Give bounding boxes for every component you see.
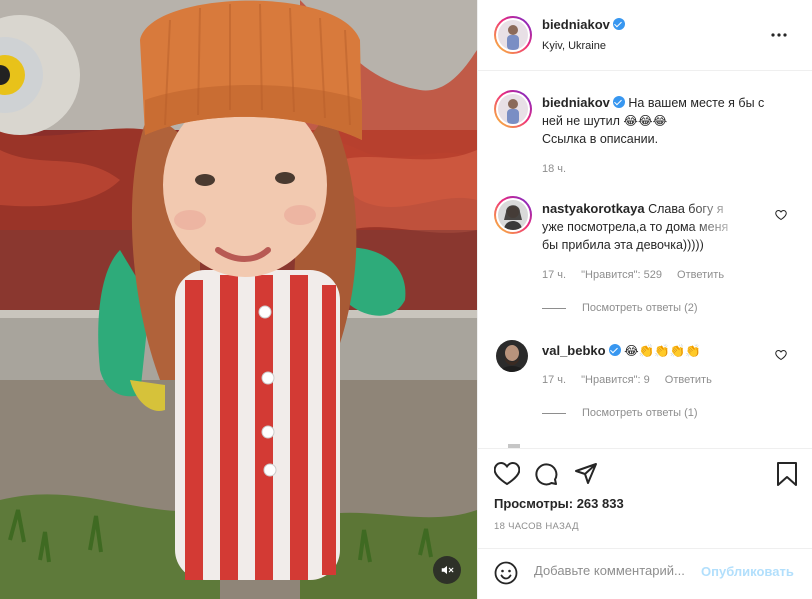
verified-badge-icon	[612, 96, 625, 108]
post-header: biedniakov Kyiv, Ukraine	[478, 0, 812, 71]
post-actions: Просмотры: 263 833 18 ЧАСОВ НАЗАД	[478, 448, 812, 548]
avatar-icon	[498, 200, 528, 230]
verified-badge-icon	[612, 18, 625, 30]
comment-button[interactable]	[534, 462, 558, 489]
caption-line-1: На вашем месте я бы с	[628, 96, 765, 110]
comment-line-1: Слава богу я	[648, 202, 724, 216]
more-icon	[771, 33, 787, 37]
more-options-button[interactable]	[771, 26, 787, 40]
comment-like-button[interactable]	[775, 349, 787, 364]
comments-list[interactable]: biedniakov На вашем месте я бы с ней не …	[478, 72, 812, 448]
instagram-post: biedniakov Kyiv, Ukraine biedniakov На в…	[0, 0, 812, 599]
comment-line-1: 😂👏👏👏👏	[624, 344, 701, 358]
post-location[interactable]: Kyiv, Ukraine	[542, 40, 606, 52]
share-icon	[575, 463, 597, 484]
comment-likes-count[interactable]: "Нравится": 9	[581, 374, 650, 386]
comment-input[interactable]	[534, 563, 694, 578]
avatar-icon	[498, 20, 528, 50]
avatar-icon	[496, 340, 528, 372]
save-button[interactable]	[776, 462, 798, 489]
comment-username[interactable]: nastyakorotkaya	[542, 201, 645, 216]
caption-line-3: Ссылка в описании.	[542, 132, 659, 146]
caption-time: 18 ч.	[542, 163, 567, 175]
author-name-row: biedniakov	[542, 17, 625, 32]
post-video[interactable]	[0, 0, 477, 599]
video-frame	[0, 0, 477, 599]
emoji-button[interactable]	[494, 561, 518, 588]
comment-reply-button[interactable]: Ответить	[677, 269, 724, 281]
caption-line-2: ней не шутил 😂😂😂	[542, 114, 668, 128]
views-count[interactable]: Просмотры: 263 833	[494, 496, 624, 511]
heart-icon	[775, 349, 787, 361]
author-avatar[interactable]	[494, 16, 532, 54]
comment-text: val_bebko 😂👏👏👏👏	[542, 342, 772, 360]
comment-reply-button[interactable]: Ответить	[665, 374, 712, 386]
share-button[interactable]	[574, 462, 598, 489]
caption-text: biedniakov На вашем месте я бы с ней не …	[542, 94, 802, 148]
comment-meta: 17 ч. "Нравится": 529 Ответить	[542, 269, 736, 281]
view-replies-button[interactable]: Посмотреть ответы (2)	[542, 302, 698, 314]
like-button[interactable]	[493, 461, 521, 489]
comment-time: 17 ч.	[542, 374, 567, 386]
heart-icon	[775, 209, 787, 221]
emoji-icon	[494, 561, 518, 585]
author-username[interactable]: biedniakov	[542, 17, 610, 32]
avatar-icon	[498, 94, 528, 124]
comment-username[interactable]: val_bebko	[542, 343, 606, 358]
comment-line-3: бы прибила эта девочка)))))	[542, 238, 704, 252]
comment-avatar[interactable]	[496, 340, 528, 372]
publish-comment-button[interactable]: Опубликовать	[701, 564, 794, 579]
bookmark-icon	[777, 462, 797, 486]
comment-text: nastyakorotkaya Слава богу я уже посмотр…	[542, 200, 772, 254]
comment-avatar[interactable]	[494, 196, 532, 234]
view-replies-button[interactable]: Посмотреть ответы (1)	[542, 407, 698, 419]
post-timestamp[interactable]: 18 ЧАСОВ НАЗАД	[494, 521, 579, 532]
comment-like-button[interactable]	[775, 209, 787, 224]
comment-line-2: уже посмотрела,а то дома меня	[542, 220, 729, 234]
comment-icon	[535, 463, 558, 486]
post-sidebar: biedniakov Kyiv, Ukraine biedniakov На в…	[477, 0, 812, 599]
caption-avatar[interactable]	[494, 90, 532, 128]
comment-meta: 17 ч. "Нравится": 9 Ответить	[542, 374, 724, 386]
verified-badge-icon	[608, 344, 621, 356]
caption-username[interactable]: biedniakov	[542, 95, 610, 110]
comment-likes-count[interactable]: "Нравится": 529	[581, 269, 662, 281]
comment-time: 17 ч.	[542, 269, 567, 281]
heart-icon	[493, 461, 521, 486]
mute-button[interactable]	[433, 556, 461, 584]
mute-icon	[441, 565, 454, 575]
add-comment-form: Опубликовать	[478, 548, 812, 599]
